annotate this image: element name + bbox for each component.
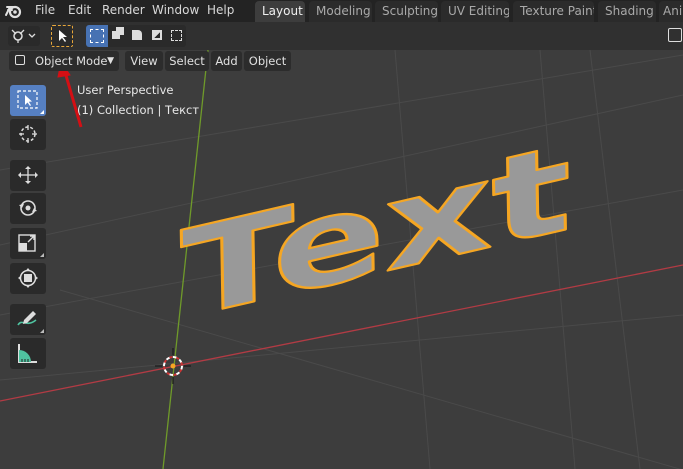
move-tool[interactable] [10,160,46,191]
select-menu[interactable]: Select [165,51,209,71]
rotate-icon [19,200,37,216]
select-intersect-button[interactable] [168,25,186,47]
object-mode-icon [15,55,25,65]
tab-animation[interactable]: Anim [659,1,683,22]
object-mode-dropdown[interactable]: Object Mode ▼ [9,51,119,71]
select-intersect-icon [171,30,182,41]
3d-cursor [155,348,191,384]
measure-tool[interactable] [10,338,46,369]
selection-mode-group [86,25,186,47]
editor-type-dropdown[interactable] [8,26,40,46]
select-box-tool[interactable] [10,85,46,116]
scale-icon [18,234,36,252]
select-extend-button[interactable] [108,25,128,47]
view-menu[interactable]: View [125,51,163,71]
annotate-pencil-icon [17,311,37,326]
select-box-icon [17,90,38,109]
tool-settings-bar [0,22,683,50]
add-menu[interactable]: Add [211,51,242,71]
object-mode-label: Object Mode [35,54,108,68]
cursor-arrow-icon [59,30,67,42]
top-menu-bar: File Edit Render Window Help Layout Mode… [0,0,683,22]
select-invert-button[interactable] [148,25,168,47]
scale-tool[interactable] [10,228,46,259]
measure-ruler-icon [18,344,37,363]
cursor-icon [19,125,37,143]
object-menu[interactable]: Object [244,51,291,71]
viewport-options-icon[interactable] [668,28,682,42]
tab-layout[interactable]: Layout [255,1,305,22]
select-new-icon [90,29,104,43]
view-perspective-label: User Perspective [77,83,174,97]
tab-sculpting[interactable]: Sculpting [375,1,438,22]
3d-viewport-icon [11,29,36,43]
3d-viewport[interactable]: Text Object Mode ▼ View Select Add Objec… [0,50,683,469]
rotate-tool[interactable] [10,193,46,224]
cursor-tool[interactable] [10,119,46,150]
chevron-down-icon: ▼ [107,56,114,66]
menu-file[interactable]: File [35,2,55,18]
select-new-button[interactable] [86,25,108,47]
tab-shading[interactable]: Shading [598,1,656,22]
tab-texture-paint[interactable]: Texture Paint [513,1,594,22]
menu-window[interactable]: Window [152,2,199,18]
tool-more-indicator [40,253,44,257]
menu-help[interactable]: Help [207,2,234,18]
select-extend-icon [112,31,120,39]
tab-uv-editing[interactable]: UV Editing [441,1,509,22]
transform-tool[interactable] [10,263,46,294]
text-object-label: Text [180,117,572,347]
blender-logo-icon[interactable] [4,1,24,21]
select-tool-button[interactable] [51,25,73,47]
tool-more-indicator [40,110,44,114]
transform-icon [18,268,38,288]
text-object: Text [179,116,573,349]
viewport-header: Object Mode ▼ View Select Add Object [0,50,683,72]
menu-edit[interactable]: Edit [68,2,91,18]
tab-modeling[interactable]: Modeling [309,1,372,22]
annotate-tool[interactable] [10,304,46,335]
menu-render[interactable]: Render [102,2,145,18]
tool-more-indicator [40,329,44,333]
active-collection-label: (1) Collection | Текст [77,103,200,117]
select-invert-icon [152,30,162,40]
move-icon [18,166,38,184]
select-subtract-button[interactable] [128,25,148,47]
select-subtract-icon [132,30,142,40]
